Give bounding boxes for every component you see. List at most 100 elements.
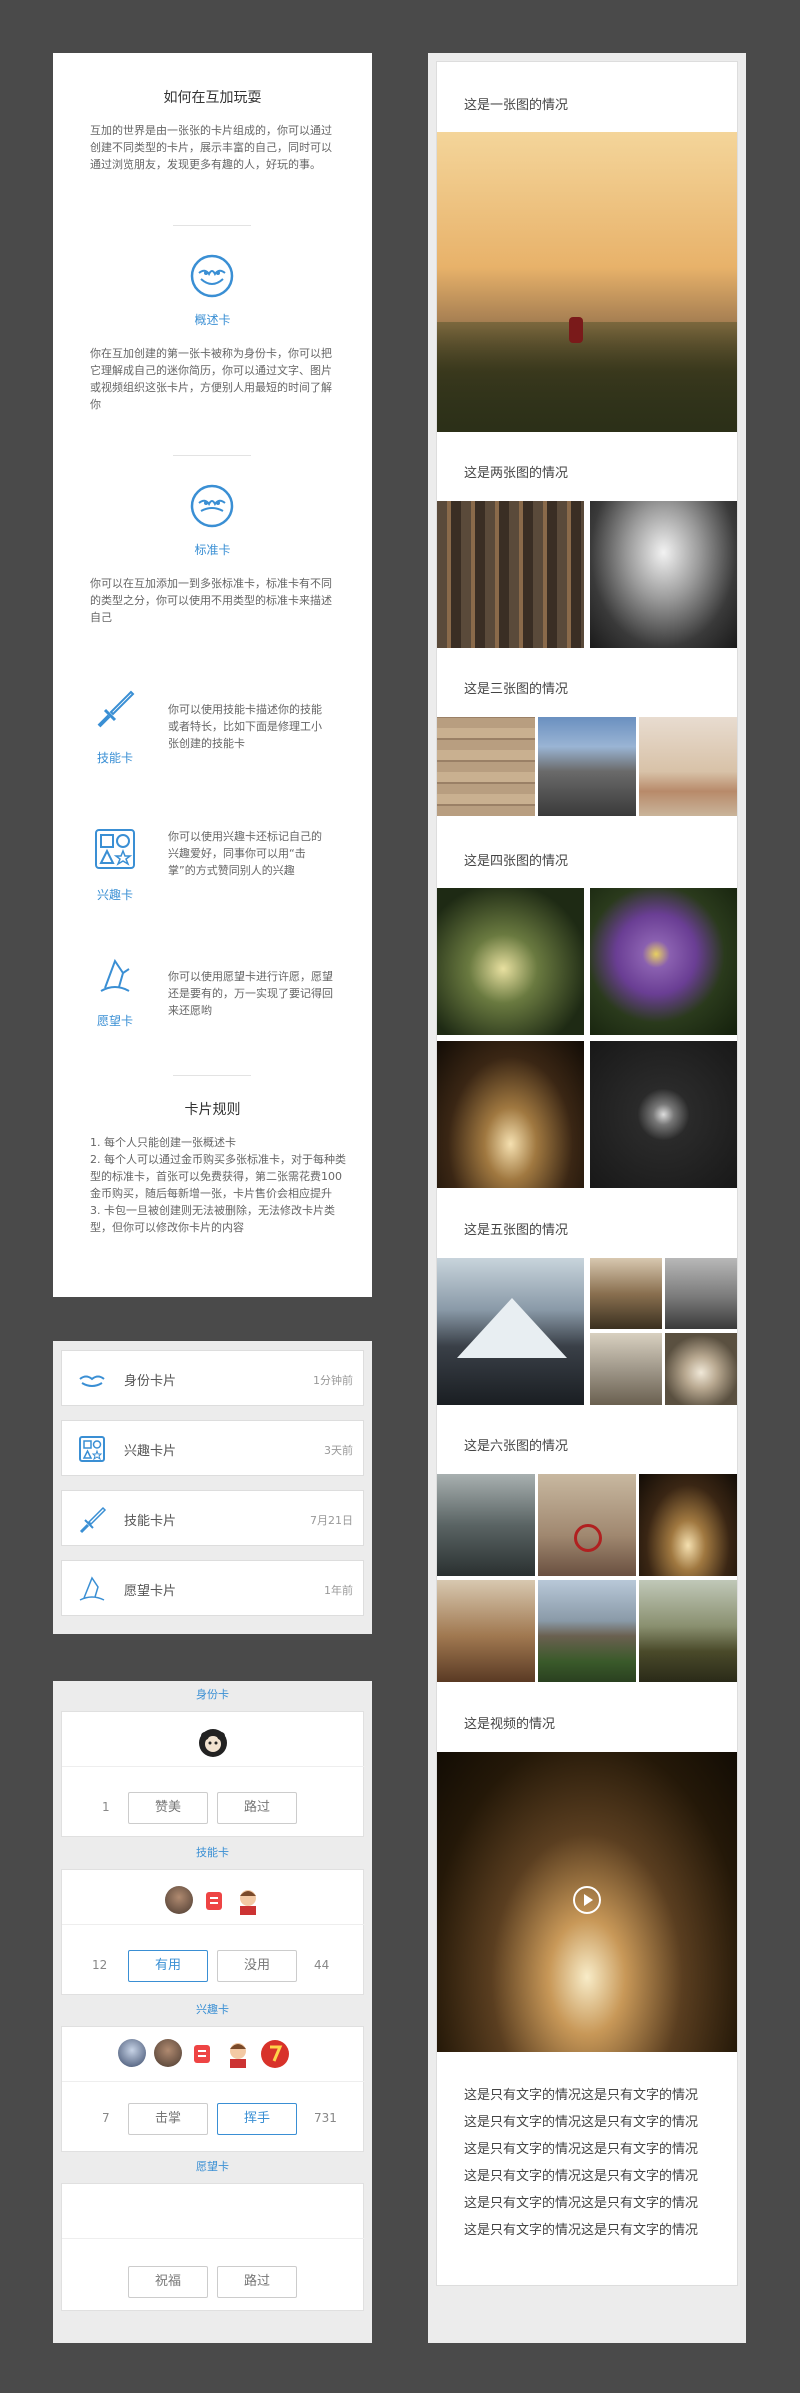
photo-tricycle[interactable] <box>538 1474 636 1576</box>
skill-section-header: 技能卡 <box>53 1843 372 1863</box>
two-images-title: 这是两张图的情况 <box>464 466 569 481</box>
video-title: 这是视频的情况 <box>464 1717 556 1732</box>
useful-button[interactable]: 有用 <box>128 1950 208 1982</box>
photo-buildings[interactable] <box>437 501 584 648</box>
wizard-hat-icon <box>100 958 130 992</box>
wave-count: 731 <box>314 2111 337 2125</box>
wish-section-header: 愿望卡 <box>53 2157 372 2177</box>
rule-item: 2. 每个人可以通过金币购买多张标准卡，对于每种类型的标准卡，首张可以免费获得，… <box>90 1153 346 1200</box>
list-item-label: 愿望卡片 <box>124 1584 177 1599</box>
text-line: 这是只有文字的情况这是只有文字的情况 <box>464 2169 699 2184</box>
list-item-label: 身份卡片 <box>124 1374 177 1389</box>
photo-stage-lights[interactable] <box>639 1474 737 1576</box>
photo-foggy-rails[interactable] <box>437 1474 535 1576</box>
identity-section-header: 身份卡 <box>53 1685 372 1705</box>
praise-count: 1 <box>102 1800 110 1814</box>
intro-panel: 如何在互加玩耍 互加的世界是由一张张的卡片组成的，你可以通过创建不同类型的卡片，… <box>53 53 372 1297</box>
avatar[interactable] <box>118 2039 146 2067</box>
rule-item: 1. 每个人只能创建一张概述卡 <box>90 1136 236 1149</box>
pass-button[interactable]: 路过 <box>217 2266 297 2298</box>
wish-card-name: 愿望卡 <box>96 1014 133 1028</box>
highfive-count: 7 <box>102 2111 110 2125</box>
wish-card-desc: 你可以使用愿望卡进行许愿，愿望还是要有的，万一实现了要记得回来还愿哟 <box>168 970 333 1017</box>
list-item-skill[interactable]: 技能卡片 7月21日 <box>61 1490 364 1546</box>
skill-icon <box>79 1506 107 1534</box>
intro-paragraph: 互加的世界是由一张张的卡片组成的，你可以通过创建不同类型的卡片，展示丰富的自己，… <box>90 124 332 171</box>
standard-card-name: 标准卡 <box>194 543 231 557</box>
photo-bw-landscape[interactable] <box>590 501 737 648</box>
list-item-wish[interactable]: 愿望卡片 1年前 <box>61 1560 364 1616</box>
interest-icon <box>79 1436 105 1462</box>
photo-wood[interactable] <box>437 717 535 816</box>
interest-card-name: 兴趣卡 <box>96 888 133 902</box>
rules-title: 卡片规则 <box>184 1102 241 1118</box>
divider <box>173 1075 251 1076</box>
divider <box>173 225 251 226</box>
avatar[interactable] <box>202 1888 226 1914</box>
list-item-interest[interactable]: 兴趣卡片 3天前 <box>61 1420 364 1476</box>
photo-hills[interactable] <box>639 1580 737 1682</box>
photo-clouds[interactable] <box>665 1333 737 1405</box>
photo-tracks[interactable] <box>590 1258 662 1329</box>
avatar[interactable] <box>165 1886 193 1914</box>
photo-runner[interactable] <box>437 132 737 432</box>
photo-desert[interactable] <box>639 717 737 816</box>
summary-card-face-icon <box>190 254 234 298</box>
photo-rails[interactable] <box>538 717 636 816</box>
avatar[interactable] <box>224 2039 252 2069</box>
photo-concert[interactable] <box>437 1041 584 1188</box>
list-item-time: 7月21日 <box>310 1514 353 1527</box>
photo-hazy-field[interactable] <box>590 1333 662 1405</box>
avatar[interactable] <box>234 1886 262 1916</box>
rules-list: 1. 每个人只能创建一张概述卡 2. 每个人可以通过金币购买多张标准卡，对于每种… <box>90 1134 350 1236</box>
interest-card-desc: 你可以使用兴趣卡还标记自己的兴趣爱好，同事你可以用“击掌”的方式赞同别人的兴趣 <box>168 830 322 877</box>
card-actions-panel: 身份卡 1 赞美 路过 技能卡 12 有用 没用 44 兴趣卡 7 击掌 挥手 … <box>53 1681 372 2343</box>
divider <box>62 2238 365 2239</box>
list-item-time: 1年前 <box>324 1584 353 1597</box>
divider <box>62 1766 365 1767</box>
wave-button[interactable]: 挥手 <box>217 2103 297 2135</box>
divider <box>62 2081 365 2082</box>
avatar[interactable] <box>154 2039 182 2067</box>
identity-icon <box>79 1375 105 1387</box>
highfive-button[interactable]: 击掌 <box>128 2103 208 2135</box>
list-item-label: 技能卡片 <box>124 1514 177 1529</box>
photo-mountain[interactable] <box>437 1258 584 1405</box>
pass-button[interactable]: 路过 <box>217 1792 297 1824</box>
text-only-content: 这是只有文字的情况这是只有文字的情况 这是只有文字的情况这是只有文字的情况 这是… <box>464 2082 724 2244</box>
photo-road-trees[interactable] <box>437 888 584 1035</box>
six-images-title: 这是六张图的情况 <box>464 1439 569 1454</box>
avatar[interactable] <box>260 2039 290 2069</box>
text-line: 这是只有文字的情况这是只有文字的情况 <box>464 2115 699 2130</box>
three-images-title: 这是三张图的情况 <box>464 682 569 697</box>
identity-section: 1 赞美 路过 <box>61 1711 365 1837</box>
avatar[interactable] <box>190 2041 214 2067</box>
list-item-label: 兴趣卡片 <box>124 1444 177 1459</box>
wish-icon <box>79 1576 105 1601</box>
bless-button[interactable]: 祝福 <box>128 2266 208 2298</box>
useless-button[interactable]: 没用 <box>217 1950 297 1982</box>
photo-coffee[interactable] <box>437 1580 535 1682</box>
four-images-title: 这是四张图的情况 <box>464 854 569 869</box>
video-player[interactable] <box>437 1752 737 2052</box>
summary-card-desc: 你在互加创建的第一张卡被称为身份卡，你可以把它理解成自己的迷你简历，你可以通过文… <box>90 347 332 411</box>
photo-college[interactable] <box>538 1580 636 1682</box>
text-line: 这是只有文字的情况这是只有文字的情况 <box>464 2223 699 2238</box>
divider <box>173 455 251 456</box>
praise-button[interactable]: 赞美 <box>128 1792 208 1824</box>
wish-section: 祝福 路过 <box>61 2183 365 2311</box>
photo-pier[interactable] <box>665 1258 737 1329</box>
interest-grid-icon <box>95 829 135 869</box>
standard-card-desc: 你可以在互加添加一到多张标准卡，标准卡有不同的类型之分，你可以使用不用类型的标准… <box>90 577 332 624</box>
intro-title: 如何在互加玩耍 <box>163 90 262 106</box>
standard-card-face-icon <box>190 484 234 528</box>
list-item-identity[interactable]: 身份卡片 1分钟前 <box>61 1350 364 1406</box>
rule-item: 3. 卡包一旦被创建则无法被删除，无法修改卡片类型，但你可以修改你卡片的内容 <box>90 1204 335 1234</box>
skill-section: 12 有用 没用 44 <box>61 1869 365 1995</box>
list-item-time: 1分钟前 <box>313 1374 353 1387</box>
photo-purple-flower[interactable] <box>590 888 737 1035</box>
text-line: 这是只有文字的情况这是只有文字的情况 <box>464 2142 699 2157</box>
avatar[interactable] <box>198 1728 228 1758</box>
play-icon[interactable] <box>571 1884 603 1916</box>
photo-mirror[interactable] <box>590 1041 737 1188</box>
